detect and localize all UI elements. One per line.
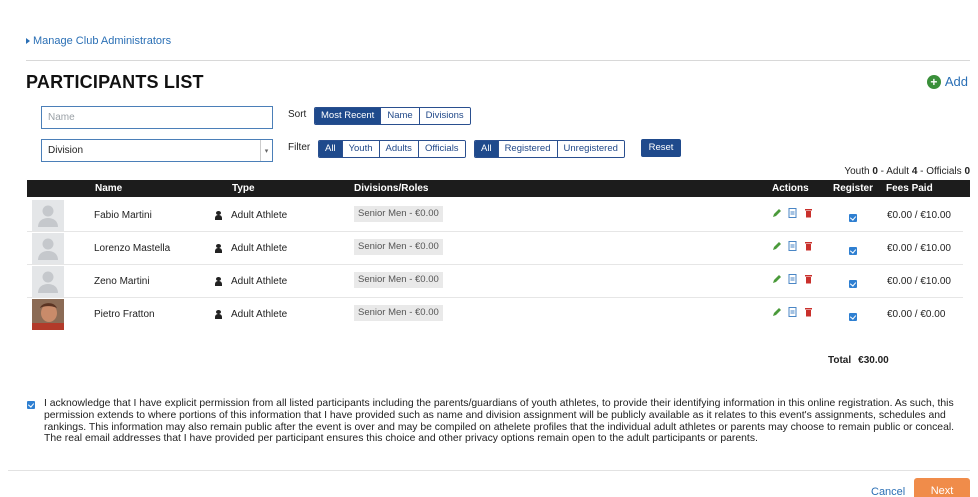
participant-type: Adult Athlete bbox=[231, 309, 288, 320]
document-icon[interactable] bbox=[788, 208, 797, 218]
cancel-link[interactable]: Cancel bbox=[871, 486, 905, 497]
divider bbox=[26, 60, 970, 61]
filter-type-group: All Youth Adults Officials bbox=[318, 140, 466, 158]
participant-type: Adult Athlete bbox=[231, 210, 288, 221]
acknowledgement: I acknowledge that I have explicit permi… bbox=[27, 398, 967, 445]
table-row: Zeno Martini Adult Athlete Senior Men - … bbox=[27, 265, 963, 298]
filter-label: Filter bbox=[288, 142, 311, 153]
table-row: Lorenzo Mastella Adult Athlete Senior Me… bbox=[27, 232, 963, 265]
acknowledgement-checkbox[interactable] bbox=[27, 401, 35, 409]
table-row: Fabio Martini Adult Athlete Senior Men -… bbox=[27, 199, 963, 232]
col-name: Name bbox=[95, 183, 123, 194]
reset-button[interactable]: Reset bbox=[641, 139, 681, 157]
footer-divider bbox=[8, 470, 970, 471]
division-select[interactable]: Division ▾ bbox=[41, 139, 273, 162]
caret-right-icon bbox=[26, 38, 30, 44]
next-button[interactable]: Next bbox=[914, 478, 970, 497]
filter-officials-button[interactable]: Officials bbox=[418, 141, 465, 157]
add-label: Add bbox=[944, 74, 968, 89]
fees-paid: €0.00 / €10.00 bbox=[887, 276, 951, 287]
person-icon bbox=[215, 211, 222, 220]
register-checkbox[interactable] bbox=[849, 313, 857, 321]
filter-youth-button[interactable]: Youth bbox=[342, 141, 380, 157]
trash-icon[interactable] bbox=[804, 208, 813, 218]
person-icon bbox=[215, 310, 222, 319]
document-icon[interactable] bbox=[788, 274, 797, 284]
filter-status-group: All Registered Unregistered bbox=[474, 140, 625, 158]
pencil-icon[interactable] bbox=[772, 241, 781, 251]
filter-unregistered-button[interactable]: Unregistered bbox=[557, 141, 624, 157]
document-icon[interactable] bbox=[788, 307, 797, 317]
filter-adults-button[interactable]: Adults bbox=[379, 141, 419, 157]
participant-type: Adult Athlete bbox=[231, 243, 288, 254]
sort-label: Sort bbox=[288, 109, 307, 120]
division-select-value: Division bbox=[48, 145, 84, 156]
plus-circle-icon: + bbox=[926, 74, 941, 89]
person-icon bbox=[215, 277, 222, 286]
register-checkbox[interactable] bbox=[849, 214, 857, 222]
col-divisions: Divisions/Roles bbox=[354, 183, 429, 194]
pencil-icon[interactable] bbox=[772, 274, 781, 284]
trash-icon[interactable] bbox=[804, 307, 813, 317]
avatar-placeholder-icon bbox=[32, 200, 64, 231]
filter-status-all-button[interactable]: All bbox=[475, 141, 499, 157]
filter-registered-button[interactable]: Registered bbox=[498, 141, 558, 157]
participant-name: Zeno Martini bbox=[94, 276, 150, 287]
total-label: Total bbox=[828, 355, 852, 366]
pencil-icon[interactable] bbox=[772, 208, 781, 218]
col-register: Register bbox=[833, 183, 874, 194]
name-search-input[interactable] bbox=[41, 106, 273, 129]
filter-type-all-button[interactable]: All bbox=[319, 141, 343, 157]
fees-paid: €0.00 / €10.00 bbox=[887, 243, 951, 254]
col-actions: Actions bbox=[772, 183, 809, 194]
col-type: Type bbox=[232, 183, 255, 194]
manage-admins-label: Manage Club Administrators bbox=[33, 35, 172, 47]
person-icon bbox=[215, 244, 222, 253]
participant-name: Fabio Martini bbox=[94, 210, 152, 221]
document-icon[interactable] bbox=[788, 241, 797, 251]
division-tag: Senior Men - €0.00 bbox=[354, 272, 443, 288]
trash-icon[interactable] bbox=[804, 241, 813, 251]
add-participant-button[interactable]: + Add bbox=[926, 74, 968, 89]
avatar-placeholder-icon bbox=[32, 233, 64, 264]
table-header: Name Type Divisions/Roles Actions Regist… bbox=[27, 180, 970, 197]
manage-admins-link[interactable]: Manage Club Administrators bbox=[26, 35, 171, 47]
participant-counts: Youth 0 - Adult 4 - Officials 0 bbox=[844, 166, 970, 177]
division-tag: Senior Men - €0.00 bbox=[354, 206, 443, 222]
participant-photo bbox=[32, 299, 64, 330]
chevron-down-icon: ▾ bbox=[260, 140, 272, 161]
register-checkbox[interactable] bbox=[849, 247, 857, 255]
total-value: €30.00 bbox=[858, 355, 889, 366]
avatar-placeholder-icon bbox=[32, 266, 64, 297]
trash-icon[interactable] bbox=[804, 274, 813, 284]
participant-name: Lorenzo Mastella bbox=[94, 243, 171, 254]
register-checkbox[interactable] bbox=[849, 280, 857, 288]
sort-divisions-button[interactable]: Divisions bbox=[419, 108, 470, 124]
sort-button-group: Most Recent Name Divisions bbox=[314, 107, 471, 125]
division-tag: Senior Men - €0.00 bbox=[354, 239, 443, 255]
fees-paid: €0.00 / €0.00 bbox=[887, 309, 946, 320]
col-fees: Fees Paid bbox=[886, 183, 933, 194]
fees-paid: €0.00 / €10.00 bbox=[887, 210, 951, 221]
total-row: Total €30.00 bbox=[828, 355, 889, 366]
sort-name-button[interactable]: Name bbox=[381, 108, 420, 124]
acknowledgement-text: I acknowledge that I have explicit permi… bbox=[44, 398, 955, 445]
page-title: PARTICIPANTS LIST bbox=[26, 72, 204, 92]
pencil-icon[interactable] bbox=[772, 307, 781, 317]
participant-name: Pietro Fratton bbox=[94, 309, 155, 320]
division-tag: Senior Men - €0.00 bbox=[354, 305, 443, 321]
sort-most-recent-button[interactable]: Most Recent bbox=[315, 108, 382, 124]
table-row: Pietro Fratton Adult Athlete Senior Men … bbox=[27, 298, 963, 331]
participant-type: Adult Athlete bbox=[231, 276, 288, 287]
